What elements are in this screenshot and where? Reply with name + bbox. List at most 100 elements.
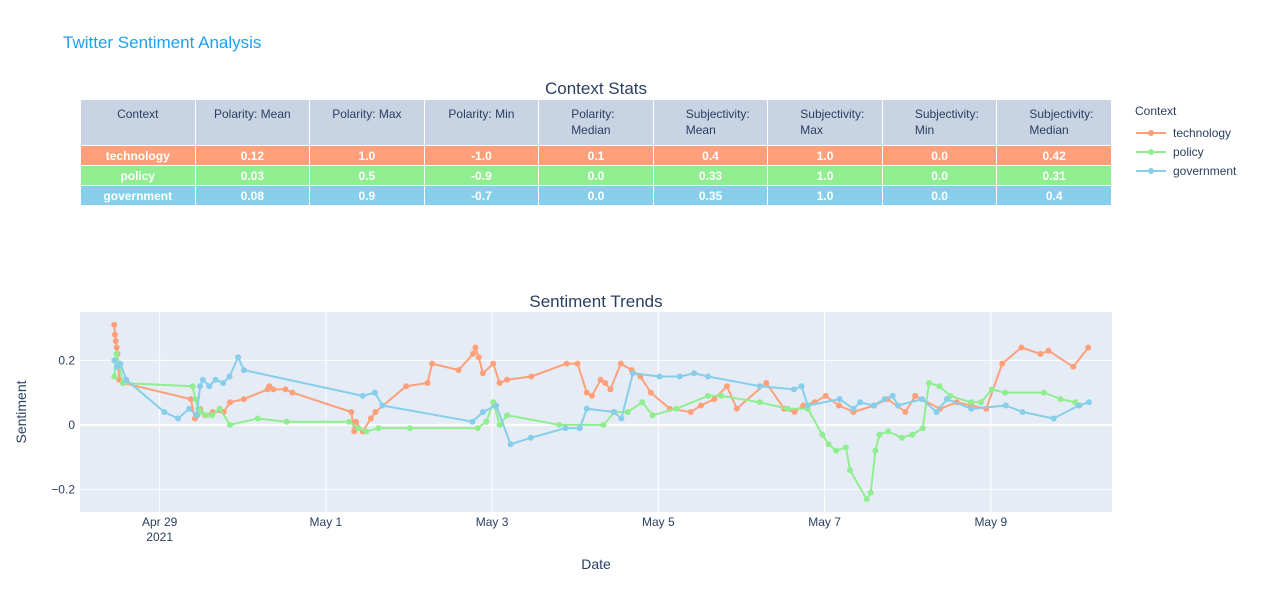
data-point-government[interactable] [691,370,698,377]
data-point-policy[interactable] [254,415,261,422]
data-point-technology[interactable] [348,409,355,415]
data-point-technology[interactable] [563,360,570,367]
data-point-technology[interactable] [111,331,118,338]
data-point-technology[interactable] [733,405,740,412]
data-point-technology[interactable] [912,392,919,399]
data-point-policy[interactable] [216,405,223,412]
data-point-policy[interactable] [209,412,216,419]
data-point-policy[interactable] [784,405,791,412]
data-point-policy[interactable] [111,373,118,380]
data-point-policy[interactable] [504,412,511,419]
data-point-government[interactable] [1050,415,1057,422]
data-point-technology[interactable] [602,380,609,386]
data-point-technology[interactable] [763,380,770,386]
data-point-government[interactable] [493,402,500,409]
data-point-policy[interactable] [556,421,563,428]
data-point-policy[interactable] [355,425,362,432]
data-point-technology[interactable] [496,380,503,386]
data-point-policy[interactable] [203,412,210,419]
data-point-policy[interactable] [283,418,290,425]
data-point-technology[interactable] [583,389,590,396]
data-point-policy[interactable] [968,399,975,406]
data-point-technology[interactable] [1070,363,1077,370]
data-point-policy[interactable] [876,431,883,438]
data-point-technology[interactable] [791,409,798,415]
data-point-government[interactable] [850,405,857,412]
data-point-government[interactable] [933,409,940,415]
data-point-policy[interactable] [867,489,874,496]
data-point-government[interactable] [469,418,476,425]
data-point-policy[interactable] [649,412,656,419]
data-point-government[interactable] [943,396,950,403]
data-point-technology[interactable] [1045,347,1052,354]
data-point-technology[interactable] [455,367,462,374]
data-point-policy[interactable] [624,409,631,415]
data-point-government[interactable] [870,402,877,409]
data-point-technology[interactable] [589,392,595,399]
data-point-government[interactable] [117,360,124,367]
data-point-government[interactable] [656,373,663,380]
data-point-technology[interactable] [111,321,118,328]
data-point-policy[interactable] [227,421,234,428]
data-point-government[interactable] [705,373,711,380]
data-point-policy[interactable] [926,380,932,386]
data-point-technology[interactable] [475,354,482,361]
data-point-technology[interactable] [113,344,120,351]
data-point-policy[interactable] [898,434,905,441]
data-point-technology[interactable] [504,376,511,383]
data-point-government[interactable] [881,396,888,403]
data-point-policy[interactable] [189,383,196,390]
data-point-government[interactable] [968,405,975,412]
data-point-policy[interactable] [600,421,607,428]
data-point-government[interactable] [562,425,569,432]
data-point-technology[interactable] [822,392,829,399]
data-point-government[interactable] [479,409,486,415]
data-point-policy[interactable] [842,444,849,451]
data-point-government[interactable] [111,357,118,364]
data-point-government[interactable] [857,399,864,406]
data-point-government[interactable] [610,409,617,415]
data-point-policy[interactable] [483,418,490,425]
data-point-government[interactable] [756,383,763,390]
data-point-policy[interactable] [936,383,943,390]
data-point-technology[interactable] [240,396,247,403]
data-point-technology[interactable] [711,396,718,403]
data-point-government[interactable] [123,376,130,383]
data-point-government[interactable] [235,354,242,361]
data-point-technology[interactable] [479,370,486,377]
data-point-government[interactable] [1085,399,1092,406]
data-point-government[interactable] [791,386,797,393]
data-point-government[interactable] [161,409,168,415]
data-point-technology[interactable] [607,386,614,393]
data-point-government[interactable] [199,376,206,383]
data-point-technology[interactable] [424,380,431,386]
data-point-policy[interactable] [407,425,414,432]
data-point-government[interactable] [618,415,625,422]
data-point-government[interactable] [507,441,514,448]
data-point-government[interactable] [583,405,590,412]
data-point-technology[interactable] [372,409,379,415]
data-point-government[interactable] [676,373,683,380]
data-point-technology[interactable] [1037,350,1044,357]
data-point-government[interactable] [186,405,193,412]
data-point-policy[interactable] [474,425,481,432]
data-point-government[interactable] [527,434,534,441]
data-point-policy[interactable] [705,392,711,399]
data-point-technology[interactable] [472,344,479,351]
data-point-technology[interactable] [352,418,359,425]
data-point-government[interactable] [359,392,366,399]
data-point-government[interactable] [798,383,805,390]
data-point-policy[interactable] [863,496,870,503]
data-point-government[interactable] [240,367,247,374]
data-point-policy[interactable] [833,447,840,454]
data-point-government[interactable] [576,425,583,432]
data-point-government[interactable] [894,402,901,409]
data-point-policy[interactable] [1002,389,1009,396]
data-point-government[interactable] [226,373,233,380]
data-point-technology[interactable] [999,360,1006,367]
data-point-government[interactable] [175,415,182,422]
data-point-government[interactable] [220,380,227,386]
data-point-policy[interactable] [847,467,853,474]
data-point-technology[interactable] [617,360,624,367]
data-point-technology[interactable] [227,399,234,406]
